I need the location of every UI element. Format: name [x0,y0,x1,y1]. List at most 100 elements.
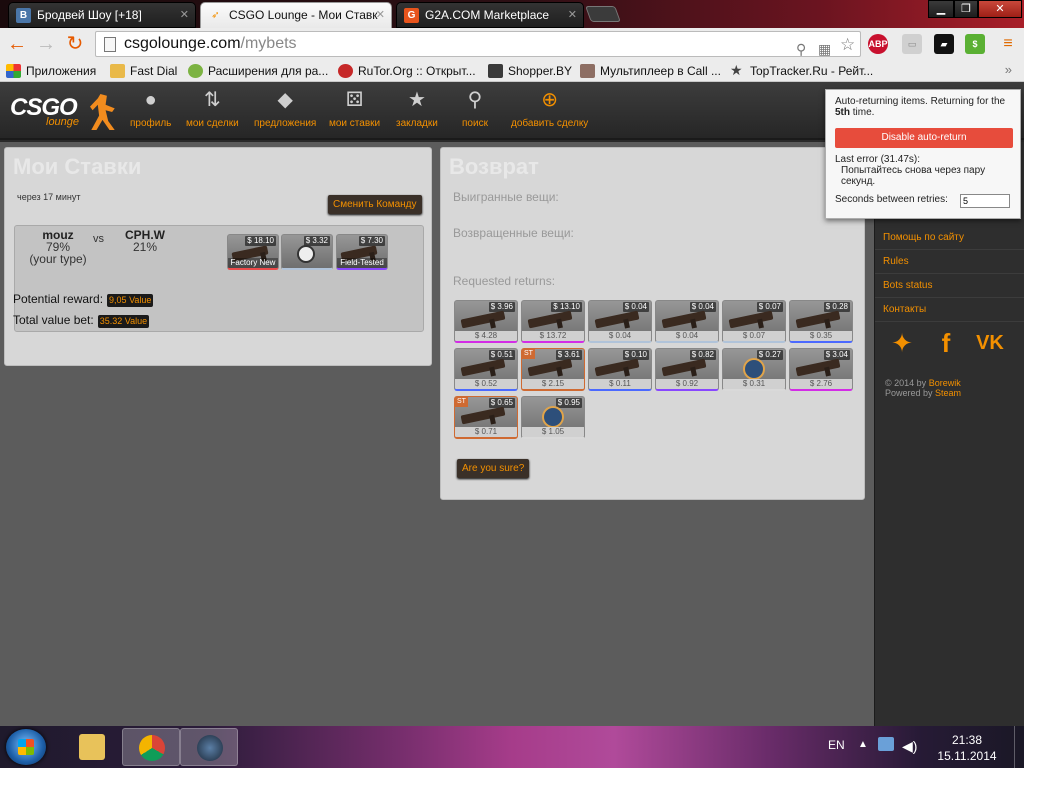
trade-arrows-icon: ⇅ [203,89,221,111]
right-sidebar: Помощь по сайту Rules Bots status Контак… [874,142,1024,726]
are-you-sure-button[interactable]: Are you sure? [457,459,530,478]
team-logo-icon [297,245,315,263]
bet-item[interactable]: $ 18.10 Factory New [227,234,279,270]
nav-my-bets[interactable]: ⚄ мои ставки [329,88,380,129]
bookmark-toptracker[interactable]: ★ TopTracker.Ru - Рейт... [730,63,873,79]
reload-icon[interactable]: ↻ [63,32,87,56]
bots-status-link[interactable]: Bots status [875,274,1024,298]
author-link[interactable]: Borewik [929,378,961,388]
close-icon[interactable]: ✕ [180,3,189,27]
close-window-button[interactable]: ✕ [978,0,1022,18]
tab-vk[interactable]: B Бродвей Шоу [+18] ✕ [8,2,196,28]
vk-icon[interactable]: VK [975,328,1005,358]
new-tab-button[interactable] [585,6,621,22]
taskbar-chrome[interactable] [122,728,180,766]
twitter-icon[interactable]: ✦ [887,328,917,358]
weapon-icon [460,310,506,329]
windows-logo-icon [18,739,34,755]
steam-link[interactable]: Steam [935,388,961,398]
close-icon[interactable]: ✕ [568,3,577,27]
bookmark-extensions[interactable]: Расширения для ра... [188,63,328,79]
return-item[interactable]: ST $ 0.65 $ 0.71 [454,396,518,439]
show-desktop-button[interactable] [1014,726,1024,768]
translate-icon[interactable]: ▦ [818,37,831,61]
team-note: (your type) [29,252,87,266]
bookmarks-overflow-icon[interactable]: » [1005,62,1012,77]
money-extension-icon[interactable]: $ [965,34,985,54]
bookmark-multiplayer[interactable]: Мультиплеер в Call ... [580,63,721,79]
avatar-icon [580,64,595,78]
bookmark-shopper[interactable]: Shopper.BY [488,63,572,79]
return-item[interactable]: $ 0.28 $ 0.35 [789,300,853,343]
star-icon: ★ [730,62,743,78]
taskbar-steam[interactable] [180,728,238,766]
tray-expand-icon[interactable]: ▲ [858,739,868,750]
bet-item[interactable]: $ 7.30 Field-Tested [336,234,388,270]
return-item[interactable]: $ 0.04 $ 0.04 [588,300,652,343]
team-1[interactable]: mouz 79% (your type) [23,229,93,265]
start-button[interactable] [6,729,46,765]
extension-icon[interactable]: ▭ [902,34,922,54]
tab-csgolounge[interactable]: ➶ CSGO Lounge - Мои Ставк ✕ [200,2,392,28]
return-item[interactable]: $ 0.10 $ 0.11 [588,348,652,391]
bookmark-apps[interactable]: Приложения [6,63,96,79]
volume-icon[interactable]: ◀) [902,738,917,755]
nav-profile[interactable]: ● профиль [130,88,171,129]
help-link[interactable]: Помощь по сайту [875,226,1024,250]
returned-items-label: Возвращенные вещи: [453,226,574,240]
nav-my-trades[interactable]: ⇅ мои сделки [186,88,239,129]
nav-label: мои ставки [329,118,381,129]
item-value: $ 13.72 [522,331,584,341]
error-label: Last error (31.47s): [835,154,921,165]
forward-icon[interactable]: → [34,32,58,56]
item-value: $ 0.71 [455,427,517,437]
weapon-icon [594,310,640,329]
disable-auto-return-button[interactable]: Disable auto-return [835,128,1013,148]
item-price: $ 0.27 [756,350,783,360]
change-team-button[interactable]: Сменить Команду [328,195,422,214]
taskbar-explorer[interactable] [63,728,121,766]
item-value: $ 2.76 [790,379,852,389]
tab-g2a[interactable]: G G2A.COM Marketplace ✕ [396,2,584,28]
network-icon[interactable] [878,737,894,751]
bookmark-fast-dial[interactable]: Fast Dial [110,63,177,79]
return-item[interactable]: $ 3.96 $ 4.28 [454,300,518,343]
return-item[interactable]: $ 0.51 $ 0.52 [454,348,518,391]
nav-add-trade[interactable]: ⊕ добавить сделку [511,88,588,129]
return-item[interactable]: $ 0.04 $ 0.04 [655,300,719,343]
return-item[interactable]: ST $ 3.61 $ 2.15 [521,348,585,391]
maximize-button[interactable]: ❐ [954,0,978,18]
seconds-input[interactable] [960,194,1010,208]
return-item[interactable]: $ 0.82 $ 0.92 [655,348,719,391]
contacts-link[interactable]: Контакты [875,298,1024,322]
nav-search[interactable]: ⚲ поиск [462,88,488,129]
return-item[interactable]: $ 0.27 $ 0.31 [722,348,786,391]
steam-extension-icon[interactable]: ▰ [934,34,954,54]
language-indicator[interactable]: EN [828,738,845,752]
adblock-icon[interactable]: ABP [868,34,888,54]
return-item[interactable]: $ 0.95 $ 1.05 [521,396,585,439]
search-icon[interactable]: ⚲ [796,37,806,61]
bet-item[interactable]: $ 3.32 [281,234,333,270]
minimize-button[interactable]: ▁ [928,0,954,18]
team-2[interactable]: CPH.W 21% [115,229,175,253]
menu-icon[interactable]: ≡ [998,34,1018,54]
facebook-icon[interactable]: f [931,328,961,358]
value-badge: 35.32 Value [97,315,150,328]
return-item[interactable]: $ 13.10 $ 13.72 [521,300,585,343]
return-item[interactable]: $ 0.07 $ 0.07 [722,300,786,343]
item-value: $ 0.07 [723,331,785,341]
address-bar[interactable]: csgolounge.com/mybets ⚲ ▦ ☆ [95,31,861,57]
close-icon[interactable]: ✕ [376,3,385,27]
nav-bookmarks[interactable]: ★ закладки [396,88,438,129]
bookmark-star-icon[interactable]: ☆ [840,33,855,57]
seconds-label: Seconds between retries: [835,194,948,205]
bookmark-rutor[interactable]: RuTor.Org :: Открыт... [338,63,476,79]
item-value: $ 4.28 [455,331,517,341]
back-icon[interactable]: ← [5,32,29,56]
clock[interactable]: 21:38 15.11.2014 [932,732,1002,764]
site-logo[interactable]: CSGO lounge [10,94,118,132]
return-item[interactable]: $ 3.04 $ 2.76 [789,348,853,391]
nav-offers[interactable]: ◆ предложения [254,88,316,129]
rules-link[interactable]: Rules [875,250,1024,274]
